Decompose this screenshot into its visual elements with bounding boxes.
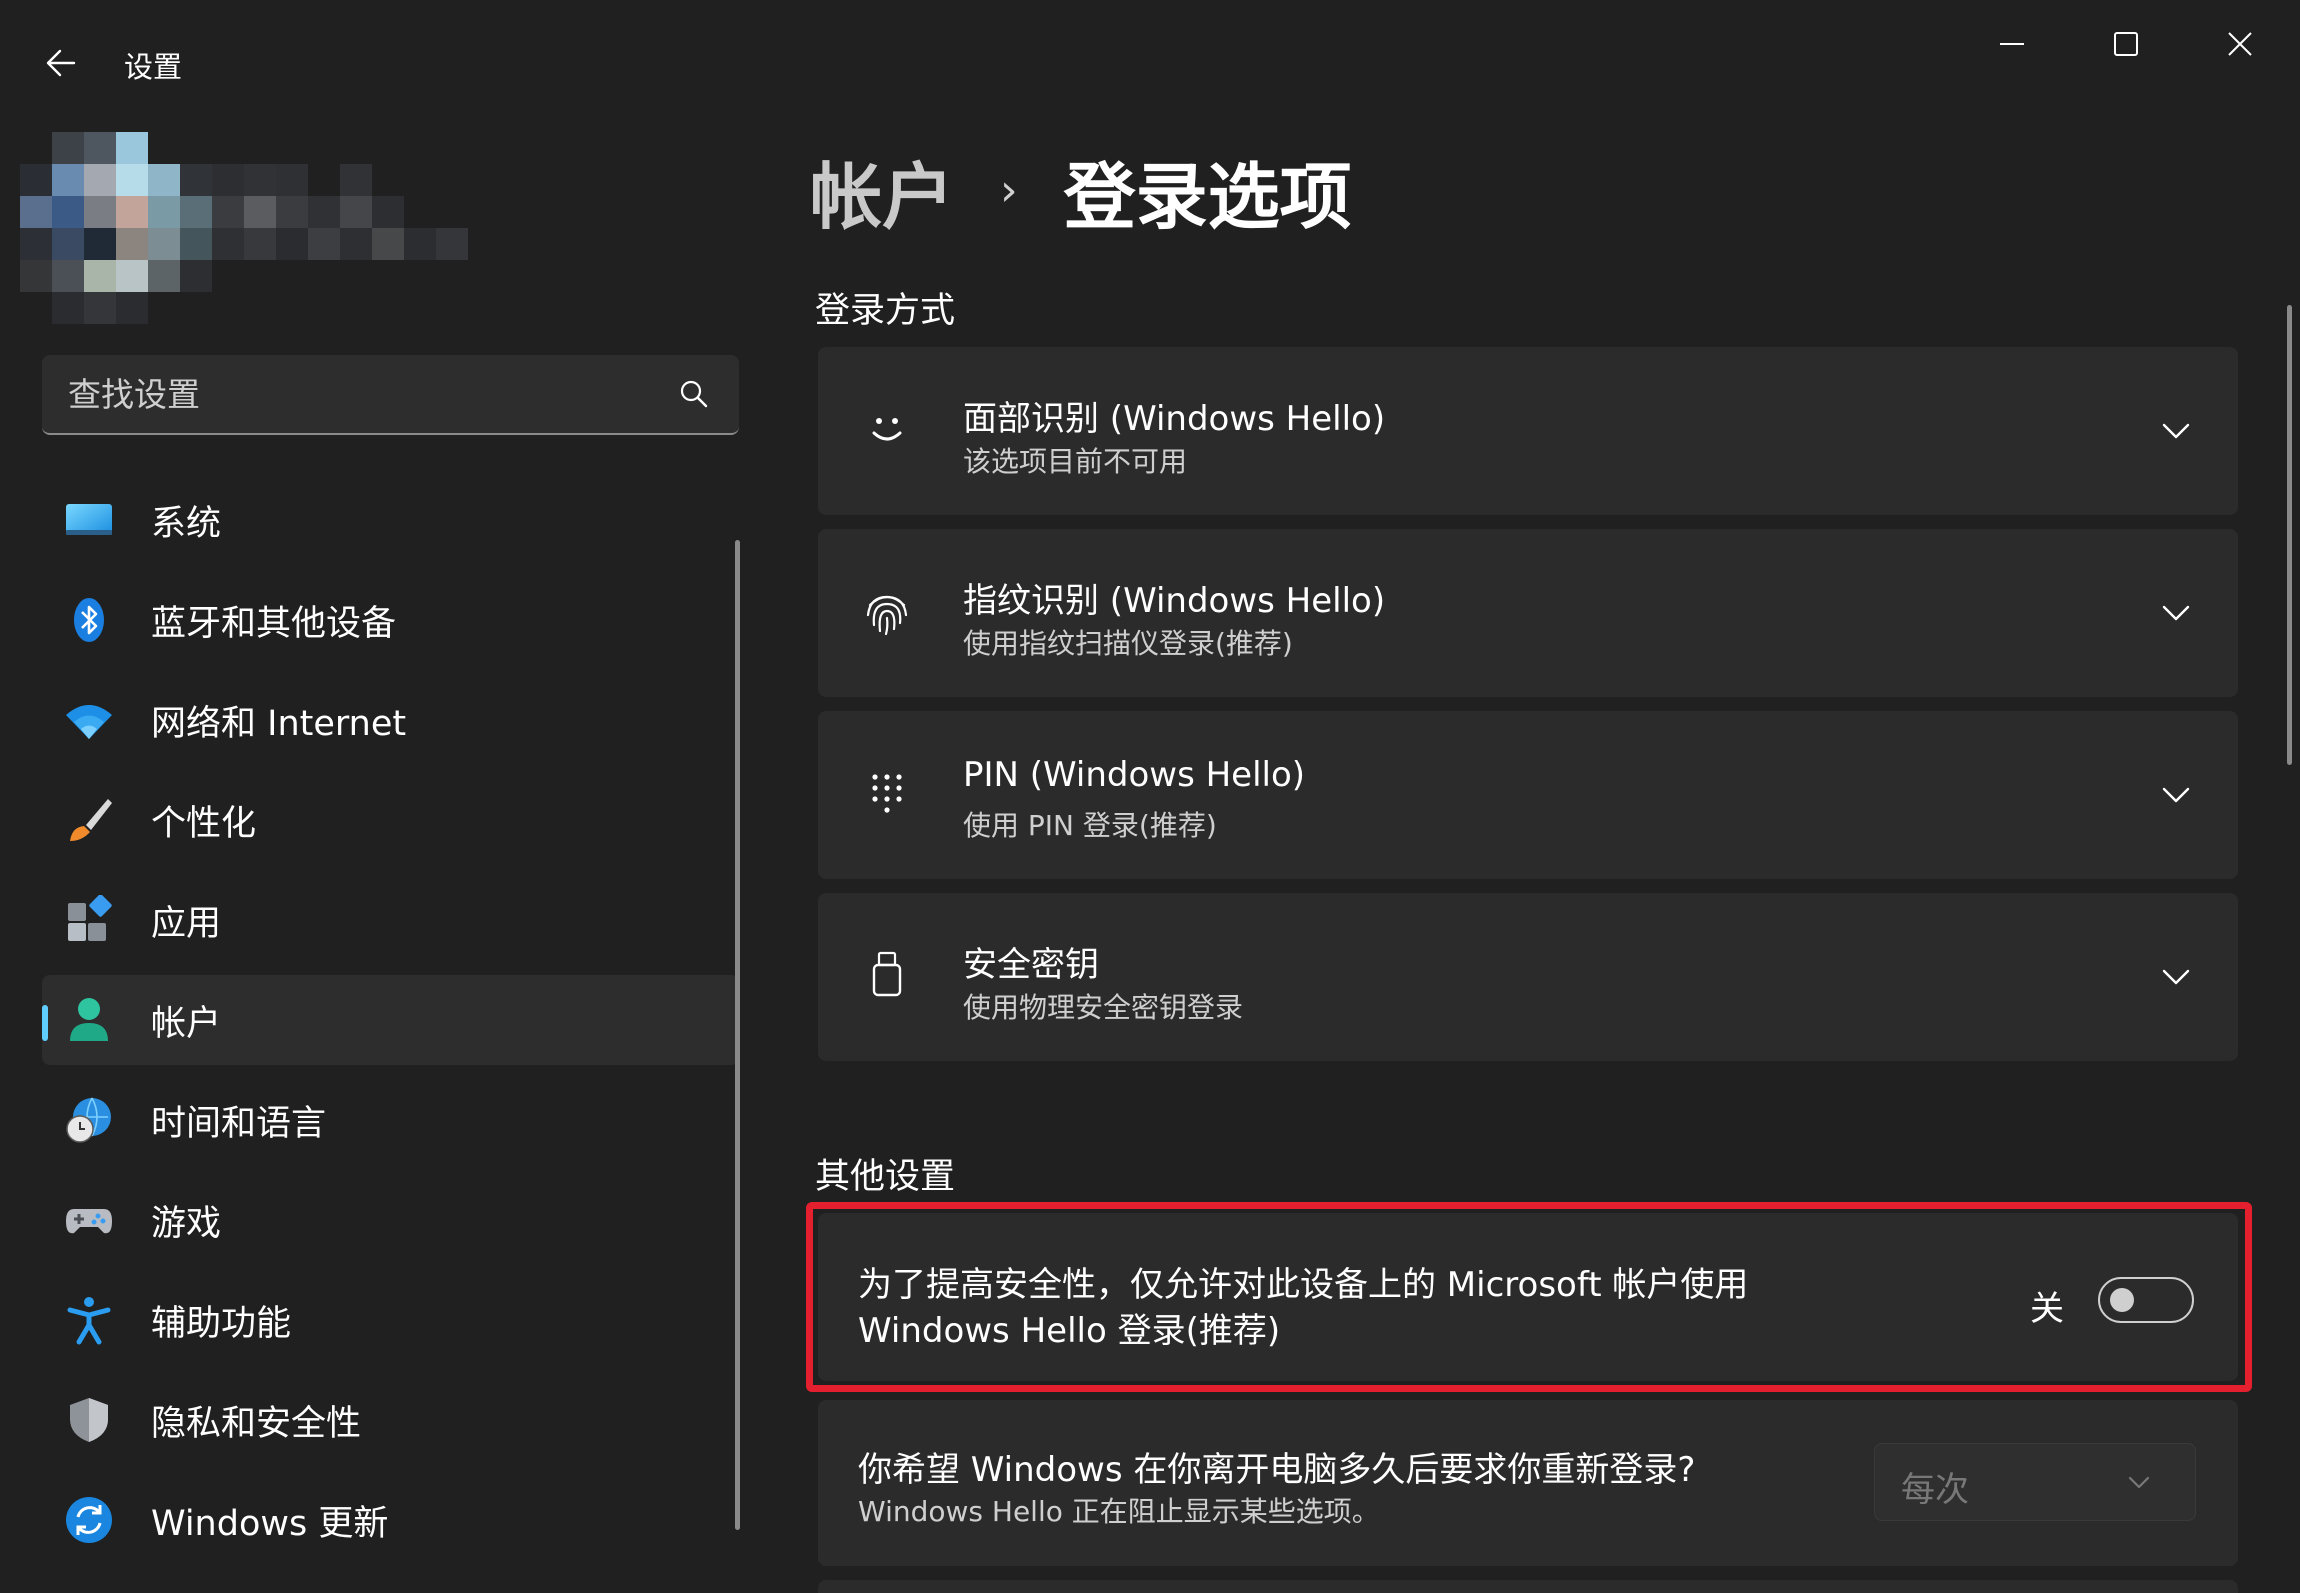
sidebar-item-label: 蓝牙和其他设备 bbox=[151, 603, 397, 644]
sidebar-item-label: 个性化 bbox=[151, 803, 257, 844]
settings-window: 设置 查找设置 系统 蓝牙和其他设备 网络和 Internet 个性化 应用 帐… bbox=[0, 0, 2300, 1593]
minimize-icon bbox=[2000, 43, 2024, 45]
close-button[interactable] bbox=[2190, 14, 2290, 74]
highlight-box bbox=[806, 1202, 2252, 1392]
card-next-setting bbox=[818, 1580, 2238, 1593]
close-icon bbox=[2228, 32, 2252, 56]
sidebar-nav: 系统 蓝牙和其他设备 网络和 Internet 个性化 应用 帐户 时间和语言 … bbox=[42, 475, 739, 1575]
bluetooth-icon bbox=[74, 598, 104, 642]
card-subtitle: 使用 PIN 登录(推荐) bbox=[963, 809, 1217, 842]
sidebar-item-network[interactable]: 网络和 Internet bbox=[42, 675, 739, 765]
card-subtitle: 使用指纹扫描仪登录(推荐) bbox=[963, 627, 1293, 660]
sidebar-item-gaming[interactable]: 游戏 bbox=[42, 1175, 739, 1265]
display-icon bbox=[66, 504, 112, 535]
sidebar-item-label: 隐私和安全性 bbox=[151, 1403, 362, 1444]
active-indicator bbox=[42, 1005, 48, 1041]
page-title: 登录选项 bbox=[1063, 154, 1352, 239]
main-scrollbar[interactable] bbox=[2287, 305, 2292, 765]
maximize-button[interactable] bbox=[2076, 14, 2176, 74]
sidebar-item-label: 游戏 bbox=[151, 1203, 222, 1244]
card-subtitle: 使用物理安全密钥登录 bbox=[963, 991, 1244, 1024]
sidebar-item-label: 辅助功能 bbox=[151, 1303, 292, 1344]
section-title-other-settings: 其他设置 bbox=[815, 1157, 956, 1197]
card-subtitle: 该选项目前不可用 bbox=[963, 445, 1188, 478]
avatar bbox=[20, 132, 468, 324]
sidebar-item-label: 时间和语言 bbox=[151, 1103, 327, 1144]
card-title: 指纹识别 (Windows Hello) bbox=[963, 581, 1386, 621]
person-icon bbox=[70, 998, 108, 1041]
card-fingerprint[interactable]: 指纹识别 (Windows Hello) 使用指纹扫描仪登录(推荐) bbox=[818, 529, 2238, 697]
sidebar-item-label: 应用 bbox=[151, 903, 222, 944]
fingerprint-icon bbox=[866, 595, 908, 636]
sidebar-item-label: 系统 bbox=[151, 503, 222, 544]
apps-icon bbox=[68, 895, 112, 941]
card-pin[interactable]: PIN (Windows Hello) 使用 PIN 登录(推荐) bbox=[818, 711, 2238, 879]
sidebar-item-privacy[interactable]: 隐私和安全性 bbox=[42, 1375, 739, 1465]
chevron-down-icon[interactable] bbox=[2158, 595, 2194, 631]
chevron-down-icon[interactable] bbox=[2158, 413, 2194, 449]
globe-clock-icon bbox=[66, 1097, 111, 1143]
search-icon[interactable] bbox=[677, 377, 711, 411]
keypad-icon bbox=[872, 774, 902, 813]
breadcrumb-parent[interactable]: 帐户 bbox=[810, 138, 954, 243]
app-title: 设置 bbox=[124, 50, 183, 84]
sidebar-item-label: 网络和 Internet bbox=[151, 703, 407, 744]
setting-title: 你希望 Windows 在你离开电脑多久后要求你重新登录? bbox=[858, 1450, 1696, 1490]
arrow-left-icon bbox=[46, 49, 76, 77]
chevron-down-icon[interactable] bbox=[2158, 777, 2194, 813]
card-title: PIN (Windows Hello) bbox=[963, 755, 1306, 795]
sidebar-item-bluetooth[interactable]: 蓝牙和其他设备 bbox=[42, 575, 739, 665]
accessibility-icon bbox=[67, 1297, 111, 1345]
gamepad-icon bbox=[66, 1209, 112, 1234]
minimize-button[interactable] bbox=[1962, 14, 2062, 74]
sidebar-scrollbar[interactable] bbox=[735, 540, 740, 1530]
card-security-key[interactable]: 安全密钥 使用物理安全密钥登录 bbox=[818, 893, 2238, 1061]
search-box[interactable] bbox=[42, 355, 739, 435]
sidebar-item-accessibility[interactable]: 辅助功能 bbox=[42, 1275, 739, 1365]
card-face-recognition[interactable]: 面部识别 (Windows Hello) 该选项目前不可用 bbox=[818, 347, 2238, 515]
sidebar-item-accounts[interactable]: 帐户 bbox=[42, 975, 739, 1065]
usb-key-icon bbox=[872, 951, 902, 997]
sidebar-item-windows-update[interactable]: Windows 更新 bbox=[42, 1475, 739, 1565]
sidebar-item-label: Windows 更新 bbox=[151, 1503, 389, 1544]
search-input[interactable] bbox=[68, 355, 668, 433]
card-title: 面部识别 (Windows Hello) bbox=[963, 399, 1386, 439]
wifi-icon bbox=[66, 705, 112, 739]
face-icon bbox=[872, 418, 902, 441]
chevron-down-icon[interactable] bbox=[2158, 959, 2194, 995]
sidebar-item-label: 帐户 bbox=[151, 1003, 222, 1044]
breadcrumb: 帐户 › 登录选项 bbox=[810, 140, 1352, 240]
dropdown-value: 每次 bbox=[1901, 1470, 1969, 1510]
brush-icon bbox=[70, 799, 112, 841]
chevron-down-icon bbox=[2128, 1476, 2150, 1489]
sidebar-item-personalization[interactable]: 个性化 bbox=[42, 775, 739, 865]
user-profile[interactable] bbox=[20, 130, 470, 330]
sidebar-item-system[interactable]: 系统 bbox=[42, 475, 739, 565]
relogin-dropdown[interactable]: 每次 bbox=[1874, 1443, 2196, 1521]
setting-subtitle: Windows Hello 正在阻止显示某些选项。 bbox=[858, 1495, 1380, 1528]
title-bar: 设置 bbox=[0, 0, 2300, 110]
maximize-icon bbox=[2114, 32, 2138, 56]
sidebar-item-time-language[interactable]: 时间和语言 bbox=[42, 1075, 739, 1165]
breadcrumb-separator: › bbox=[1000, 164, 1018, 216]
shield-icon bbox=[70, 1398, 108, 1442]
section-title-signin-methods: 登录方式 bbox=[815, 291, 956, 331]
sidebar-item-apps[interactable]: 应用 bbox=[42, 875, 739, 965]
card-title: 安全密钥 bbox=[963, 945, 1099, 985]
back-button[interactable] bbox=[36, 38, 86, 88]
update-icon bbox=[66, 1497, 112, 1543]
